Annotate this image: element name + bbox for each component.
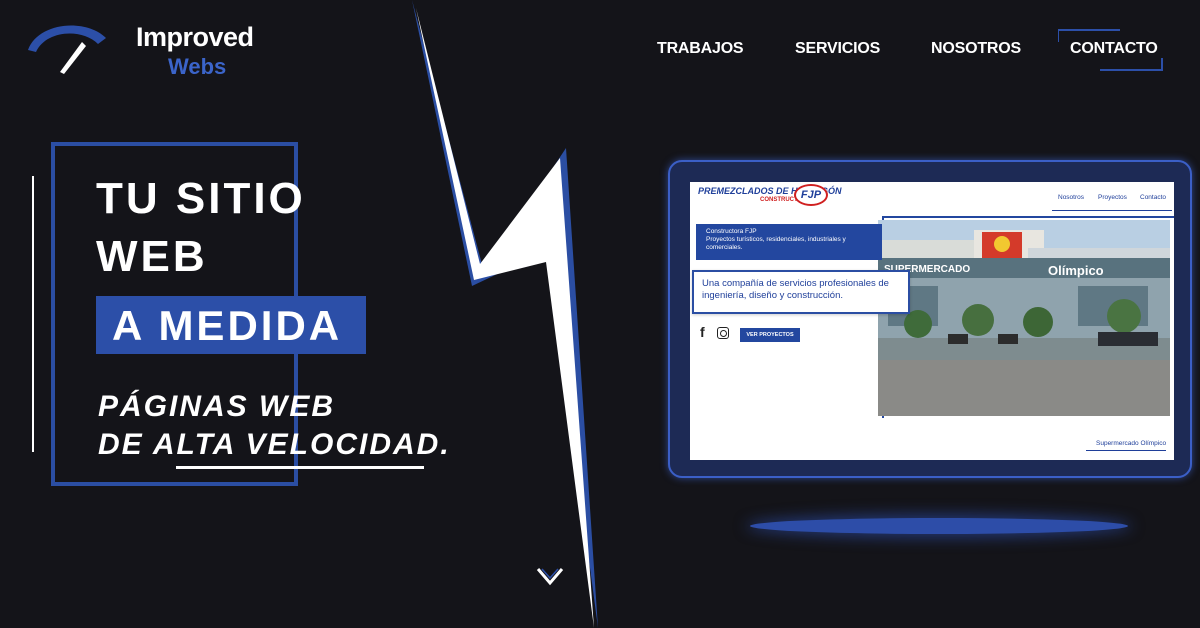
storefront-sign-right: Olímpico <box>1048 263 1104 278</box>
preview-photo-caption: Supermercado Olímpico <box>1096 440 1167 447</box>
hero-badge: A MEDIDA <box>112 302 343 349</box>
preview-card-title: Constructora FJP <box>706 228 757 235</box>
hero-title-line1: TU SITIO <box>96 174 306 223</box>
instagram-icon[interactable] <box>717 327 729 339</box>
monitor-shadow <box>750 518 1128 534</box>
brand-logo[interactable]: Improved Webs <box>24 20 254 80</box>
brand-name-secondary: Webs <box>168 54 227 79</box>
preview-highlight-card: Una compañía de servicios profesionales … <box>692 270 910 314</box>
landing-banner: Improved Webs TRABAJOS SERVICIOS NOSOTRO… <box>0 0 1200 628</box>
vertical-rule <box>32 176 34 452</box>
hero-subtitle-line2: DE ALTA VELOCIDAD. <box>98 428 451 461</box>
brand-name-primary: Improved <box>136 22 254 52</box>
preview-intro-card: Constructora FJP Proyectos turísticos, r… <box>696 224 882 260</box>
preview-nav-contacto[interactable]: Contacto <box>1140 194 1166 201</box>
nav-item-trabajos[interactable]: TRABAJOS <box>657 40 744 58</box>
nav-item-servicios[interactable]: SERVICIOS <box>795 40 880 58</box>
preview-photo: SUPERMERCADO Olímpico <box>878 220 1170 416</box>
monitor-mockup: PREMEZCLADOS DE HORMIGÓN CONSTRUCTORA FJ… <box>668 160 1192 478</box>
nav-item-contacto[interactable]: CONTACTO <box>1070 40 1158 58</box>
speedometer-icon <box>28 25 106 74</box>
preview-nav-divider <box>1052 210 1172 211</box>
hero-title-line2: WEB <box>96 232 208 281</box>
hero-title: TU SITIO WEB <box>96 170 306 286</box>
website-preview: PREMEZCLADOS DE HORMIGÓN CONSTRUCTORA FJ… <box>690 182 1174 460</box>
hero-subtitle-line1: PÁGINAS WEB <box>98 390 336 423</box>
facebook-icon[interactable]: f <box>700 324 705 340</box>
preview-ver-proyectos-button[interactable]: VER PROYECTOS <box>740 328 800 342</box>
preview-card-body: Proyectos turísticos, residenciales, ind… <box>706 236 846 251</box>
preview-logo-mark: FJP <box>794 184 828 206</box>
nav-item-nosotros[interactable]: NOSOTROS <box>931 40 1021 58</box>
hero-subtitle: PÁGINAS WEB DE ALTA VELOCIDAD. <box>98 388 451 464</box>
chevron-down-icon[interactable] <box>536 566 564 588</box>
main-nav: TRABAJOS SERVICIOS NOSOTROS CONTACTO <box>630 29 1190 71</box>
preview-caption-underline <box>1086 450 1166 451</box>
storefront-illustration: SUPERMERCADO Olímpico <box>878 220 1170 416</box>
preview-nav-proyectos[interactable]: Proyectos <box>1098 194 1127 201</box>
subtitle-underline <box>176 466 424 469</box>
preview-nav-nosotros[interactable]: Nosotros <box>1058 194 1084 201</box>
